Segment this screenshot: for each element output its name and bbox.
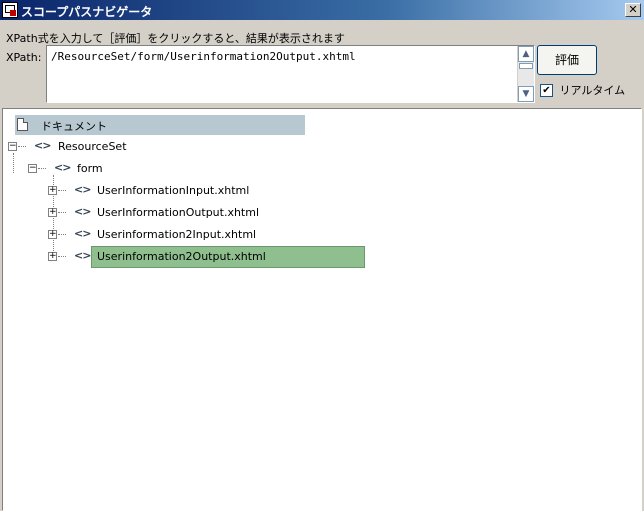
instruction-text: XPath式を入力して［評価］をクリックすると、結果が表示されます: [6, 32, 345, 45]
tree-view[interactable]: ドキュメント − <> ResourceSet − <> form + <> U…: [2, 108, 642, 511]
app-icon: [2, 2, 18, 18]
scroll-down-icon[interactable]: ▼: [518, 86, 534, 102]
tree-node-label: Userinformation2Input.xhtml: [97, 228, 257, 241]
title-bar: スコープパスナビゲータ ✕: [0, 0, 644, 20]
realtime-checkbox-group[interactable]: ✔ リアルタイム: [540, 82, 625, 98]
document-icon: [17, 118, 28, 131]
tree-connector: [38, 168, 46, 169]
window-title: スコープパスナビゲータ: [21, 5, 153, 19]
evaluate-button[interactable]: 評価: [537, 45, 597, 75]
element-icon: <>: [74, 227, 91, 240]
tree-connector: [58, 190, 66, 191]
tree-node-label: UserInformationOutput.xhtml: [97, 206, 260, 219]
tree-connector: [58, 234, 66, 235]
tree-node-item[interactable]: + <> Userinformation2Input.xhtml: [48, 225, 348, 245]
element-icon: <>: [34, 139, 51, 152]
xpath-input[interactable]: /ResourceSet/form/Userinformation2Output…: [46, 45, 535, 103]
tree-node-label: UserInformationInput.xhtml: [97, 184, 250, 197]
expand-icon[interactable]: +: [48, 252, 57, 261]
realtime-label: リアルタイム: [559, 84, 626, 97]
expand-icon[interactable]: +: [48, 208, 57, 217]
scroll-thumb[interactable]: [519, 63, 533, 69]
tree-connector: [18, 146, 26, 147]
scroll-up-icon[interactable]: ▲: [518, 46, 534, 62]
tree-node-item-selected[interactable]: + <> Userinformation2Output.xhtml: [48, 247, 368, 267]
tree-node-label: ドキュメント: [41, 120, 107, 133]
tree-node-resourceset[interactable]: − <> ResourceSet: [8, 137, 208, 157]
tree-connector: [58, 212, 66, 213]
element-icon: <>: [74, 249, 91, 262]
xpath-input-value[interactable]: /ResourceSet/form/Userinformation2Output…: [51, 50, 356, 63]
realtime-checkbox[interactable]: ✔: [540, 83, 553, 97]
collapse-icon[interactable]: −: [28, 164, 37, 173]
xpath-label: XPath:: [6, 51, 42, 64]
expand-icon[interactable]: +: [48, 230, 57, 239]
tree-node-form[interactable]: − <> form: [28, 159, 228, 179]
xpath-scrollbar[interactable]: ▲ ▼: [517, 46, 534, 102]
tree-node-document[interactable]: ドキュメント: [15, 115, 305, 135]
element-icon: <>: [74, 205, 91, 218]
element-icon: <>: [74, 183, 91, 196]
close-button[interactable]: ✕: [625, 3, 641, 17]
tree-node-item[interactable]: + <> UserInformationOutput.xhtml: [48, 203, 348, 223]
tree-node-label: form: [77, 162, 103, 175]
tree-node-label: ResourceSet: [58, 140, 127, 153]
tree-connector: [58, 256, 66, 257]
element-icon: <>: [54, 161, 71, 174]
collapse-icon[interactable]: −: [8, 142, 17, 151]
expand-icon[interactable]: +: [48, 186, 57, 195]
tree-node-item[interactable]: + <> UserInformationInput.xhtml: [48, 181, 348, 201]
tree-node-label: Userinformation2Output.xhtml: [97, 250, 266, 263]
